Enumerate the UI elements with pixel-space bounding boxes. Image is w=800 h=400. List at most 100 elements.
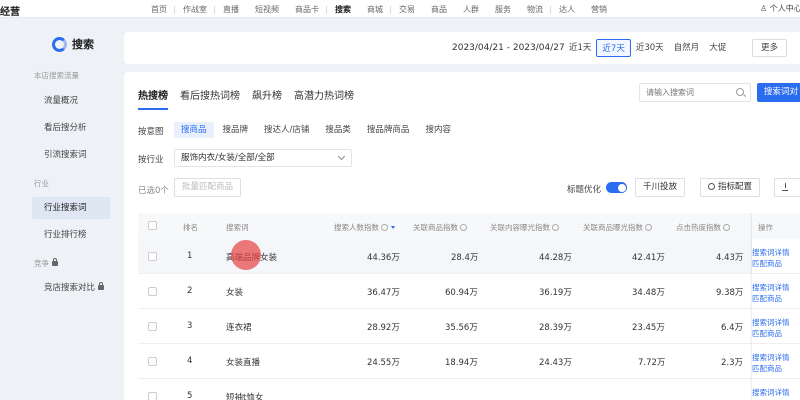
sidebar-item-traffic-overview[interactable]: 流量概况 bbox=[32, 90, 110, 112]
search-icon[interactable] bbox=[736, 88, 744, 96]
row-checkbox[interactable] bbox=[148, 357, 157, 366]
row-related-products: 28.4万 bbox=[451, 253, 479, 263]
header-operations: 操作 bbox=[758, 223, 773, 232]
tab-hot-search[interactable]: 热搜榜 bbox=[138, 87, 168, 110]
nav-item-product[interactable]: 商品 bbox=[423, 4, 455, 15]
row-checkbox[interactable] bbox=[148, 392, 157, 400]
table-row[interactable]: 4 女装直播 24.55万 18.94万 24.43万 7.72万 2.3万 搜… bbox=[138, 344, 800, 379]
row-searchers: 36.47万 bbox=[367, 288, 400, 298]
top-nav: 首页 作战室 直播 短视频 商品卡 搜索 商城 交易 商品 人群 服务 物流 达… bbox=[143, 0, 615, 18]
header-keyword: 搜索词 bbox=[226, 223, 249, 232]
intent-option-products[interactable]: 搜商品 bbox=[174, 122, 214, 138]
sidebar-item-competitor-compare[interactable]: 竞店搜索对比 bbox=[32, 277, 110, 299]
tab-rising[interactable]: 飙升榜 bbox=[252, 87, 282, 110]
row-keyword[interactable]: 女装直播 bbox=[226, 356, 260, 368]
user-icon: ♙ bbox=[760, 4, 770, 13]
keyword-detail-link[interactable]: 搜索词详情 bbox=[752, 317, 790, 328]
title-optimization-toggle[interactable] bbox=[606, 182, 627, 193]
row-related-products: 35.56万 bbox=[445, 323, 478, 333]
row-operations: 搜索词详情 匹配商品 bbox=[752, 274, 800, 308]
intent-option-brands[interactable]: 搜品牌 bbox=[216, 122, 256, 138]
match-products-link[interactable]: 匹配商品 bbox=[752, 363, 782, 374]
industry-select[interactable]: 服饰内衣/女装/全部/全部 bbox=[174, 149, 352, 167]
header-content-exposure[interactable]: 关联内容曝光指数 bbox=[490, 222, 559, 233]
brand-label: 经营 bbox=[0, 7, 20, 18]
batch-match-button[interactable]: 批量匹配商品 bbox=[174, 178, 242, 197]
select-all-checkbox[interactable] bbox=[148, 221, 157, 230]
view-label: 按意图 bbox=[138, 127, 164, 137]
nav-item-logistics[interactable]: 物流 bbox=[519, 4, 551, 15]
header-click-heat[interactable]: 点击热度指数 bbox=[676, 222, 730, 233]
keyword-compare-button[interactable]: 搜索词对 bbox=[757, 83, 800, 102]
row-content-exposure: 28.39万 bbox=[539, 323, 572, 333]
intent-option-categories[interactable]: 搜品类 bbox=[318, 122, 358, 138]
nav-item-trade[interactable]: 交易 bbox=[391, 4, 423, 15]
intent-option-brand-products[interactable]: 搜品牌商品 bbox=[360, 122, 417, 138]
nav-item-influencer[interactable]: 达人 bbox=[551, 4, 583, 15]
keyword-search-input[interactable] bbox=[640, 84, 732, 101]
nav-item-service[interactable]: 服务 bbox=[487, 4, 519, 15]
nav-item-mall[interactable]: 商城 bbox=[359, 4, 391, 15]
keyword-detail-link[interactable]: 搜索词详情 bbox=[752, 247, 790, 258]
nav-item-home[interactable]: 首页 bbox=[143, 4, 175, 15]
sidebar-item-traffic-keywords[interactable]: 引流搜索词 bbox=[32, 144, 110, 166]
sidebar-group-competition-label: 竞争 bbox=[34, 259, 49, 268]
header-related-products[interactable]: 关联商品指数 bbox=[413, 222, 467, 233]
row-checkbox[interactable] bbox=[148, 287, 157, 296]
match-products-link[interactable]: 匹配商品 bbox=[752, 258, 782, 269]
user-center-label: 个人中心 bbox=[769, 4, 800, 13]
intent-option-influencers-stores[interactable]: 搜达人/店铺 bbox=[257, 122, 316, 138]
header-label: 关联内容曝光指数 bbox=[490, 223, 550, 232]
row-rank: 1 bbox=[187, 251, 193, 261]
date-option-7d[interactable]: 近7天 bbox=[596, 39, 631, 57]
row-keyword[interactable]: 短袖t恤女 bbox=[226, 391, 263, 400]
download-icon bbox=[782, 183, 788, 191]
date-option-promotion[interactable]: 大促 bbox=[704, 39, 731, 57]
keyword-detail-link[interactable]: 搜索词详情 bbox=[752, 352, 790, 363]
sidebar-item-post-view-search[interactable]: 看后搜分析 bbox=[32, 117, 110, 139]
nav-item-marketing[interactable]: 营销 bbox=[583, 4, 615, 15]
nav-item-short-video[interactable]: 短视频 bbox=[247, 4, 287, 15]
nav-item-search[interactable]: 搜索 bbox=[327, 4, 359, 15]
match-products-link[interactable]: 匹配商品 bbox=[752, 328, 782, 339]
row-checkbox[interactable] bbox=[148, 252, 157, 261]
help-icon bbox=[552, 224, 559, 231]
more-button[interactable]: 更多 bbox=[752, 39, 788, 57]
date-range[interactable]: 2023/04/21 - 2023/04/27 bbox=[452, 43, 565, 53]
row-content-exposure: 44.28万 bbox=[539, 253, 572, 263]
match-products-link[interactable]: 匹配商品 bbox=[752, 293, 782, 304]
keyword-detail-link[interactable]: 搜索词详情 bbox=[752, 387, 790, 398]
intent-option-content[interactable]: 搜内容 bbox=[418, 122, 458, 138]
nav-item-live[interactable]: 直播 bbox=[215, 4, 247, 15]
nav-item-product-card[interactable]: 商品卡 bbox=[287, 4, 327, 15]
row-rank: 4 bbox=[187, 356, 193, 366]
row-product-exposure: 23.45万 bbox=[632, 323, 665, 333]
header-product-exposure[interactable]: 关联商品曝光指数 bbox=[583, 222, 652, 233]
row-checkbox[interactable] bbox=[148, 322, 157, 331]
header-searchers[interactable]: 搜索人数指数 bbox=[334, 222, 395, 233]
table-row[interactable]: 2 女装 36.47万 60.94万 36.19万 34.48万 9.38万 搜… bbox=[138, 274, 800, 309]
row-operations: 搜索词详情 匹配商品 bbox=[752, 309, 800, 343]
sidebar-item-industry-ranking[interactable]: 行业排行榜 bbox=[32, 224, 110, 246]
row-keyword[interactable]: 连衣裙 bbox=[226, 321, 252, 333]
row-click-heat: 9.38万 bbox=[716, 288, 744, 298]
table-row[interactable]: 3 连衣裙 28.92万 35.56万 28.39万 23.45万 6.4万 搜… bbox=[138, 309, 800, 344]
nav-item-war-room[interactable]: 作战室 bbox=[175, 4, 215, 15]
sidebar-item-industry-keywords[interactable]: 行业搜索词 bbox=[32, 197, 110, 219]
tab-post-view-hot[interactable]: 看后搜热词榜 bbox=[180, 87, 240, 110]
metric-config-button[interactable]: 指标配置 bbox=[700, 178, 761, 197]
date-option-30d[interactable]: 近30天 bbox=[631, 39, 669, 57]
tab-high-potential[interactable]: 高潜力热词榜 bbox=[294, 87, 354, 110]
keyword-detail-link[interactable]: 搜索词详情 bbox=[752, 282, 790, 293]
row-operations: 搜索词详情 匹配商品 bbox=[752, 344, 800, 378]
gear-icon bbox=[708, 183, 715, 190]
user-center-link[interactable]: ♙ 个人中心 bbox=[760, 3, 800, 14]
chevron-down-icon bbox=[337, 152, 346, 161]
nav-item-audience[interactable]: 人群 bbox=[455, 4, 487, 15]
row-keyword[interactable]: 女装 bbox=[226, 286, 243, 298]
date-option-1d[interactable]: 近1天 bbox=[564, 39, 596, 57]
download-button[interactable] bbox=[774, 178, 800, 197]
table-row[interactable]: 5 短袖t恤女 搜索词详情 bbox=[138, 379, 800, 400]
qianchuan-button[interactable]: 千川投放 bbox=[635, 178, 686, 197]
date-option-natural-month[interactable]: 自然月 bbox=[669, 39, 705, 57]
